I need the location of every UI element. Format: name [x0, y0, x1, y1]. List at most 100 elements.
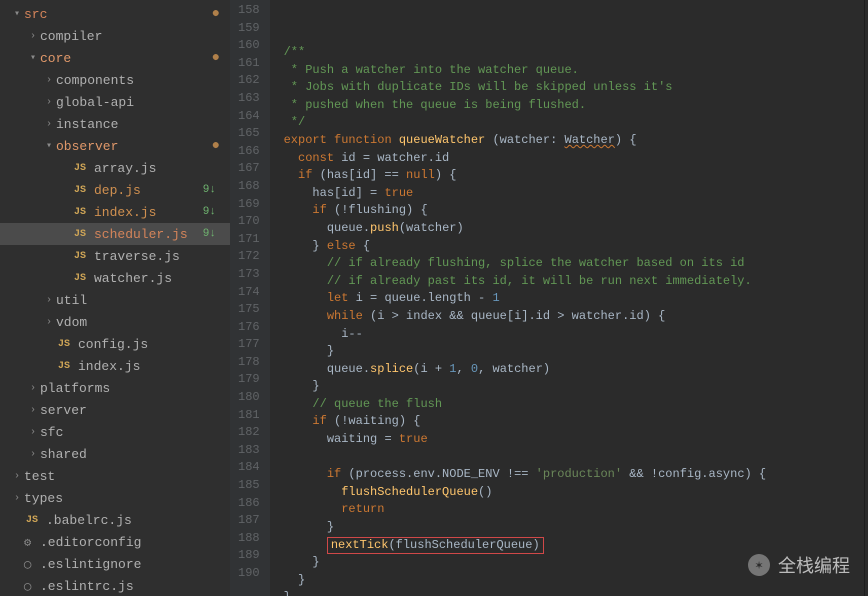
code-line[interactable]: i--: [284, 326, 864, 344]
code-line[interactable]: } else {: [284, 238, 864, 256]
code-line[interactable]: let i = queue.length - 1: [284, 290, 864, 308]
chevron-right-icon[interactable]: ›: [10, 471, 24, 482]
chevron-right-icon[interactable]: ›: [42, 97, 56, 108]
code-line[interactable]: has[id] = true: [284, 185, 864, 203]
token: queue.: [327, 362, 370, 376]
chevron-right-icon[interactable]: ›: [26, 383, 40, 394]
tree-item-label: types: [24, 491, 220, 506]
code-line[interactable]: queue.push(watcher): [284, 220, 864, 238]
token: 1: [492, 291, 499, 305]
token: id = watcher.id: [341, 151, 449, 165]
tree-item-label: .babelrc.js: [46, 513, 220, 528]
line-number: 163: [238, 90, 260, 108]
tree-item--babelrc-js[interactable]: JS.babelrc.js: [0, 509, 230, 531]
code-line[interactable]: * Jobs with duplicate IDs will be skippe…: [284, 79, 864, 97]
js-file-icon: JS: [56, 339, 78, 350]
tree-item-sfc[interactable]: ›sfc: [0, 421, 230, 443]
chevron-right-icon[interactable]: ›: [10, 493, 24, 504]
chevron-right-icon[interactable]: ›: [26, 427, 40, 438]
watermark: ✶ 全栈编程: [748, 552, 850, 578]
tree-item-compiler[interactable]: ›compiler: [0, 25, 230, 47]
chevron-right-icon[interactable]: ›: [26, 31, 40, 42]
chevron-right-icon[interactable]: ›: [26, 405, 40, 416]
scrollbar[interactable]: [864, 0, 868, 596]
tree-item-util[interactable]: ›util: [0, 289, 230, 311]
tree-item-index-js[interactable]: JSindex.js: [0, 355, 230, 377]
line-number: 166: [238, 143, 260, 161]
code-line[interactable]: // if already flushing, splice the watch…: [284, 255, 864, 273]
tree-item--eslintrc-js[interactable]: ◯.eslintrc.js: [0, 575, 230, 596]
code-line[interactable]: const id = watcher.id: [284, 150, 864, 168]
token: */: [284, 115, 306, 129]
tree-item--editorconfig[interactable]: ⚙.editorconfig: [0, 531, 230, 553]
code-line[interactable]: flushSchedulerQueue(): [284, 484, 864, 502]
type-ref: Watcher: [565, 133, 615, 147]
tree-item-test[interactable]: ›test: [0, 465, 230, 487]
token: if: [312, 414, 326, 428]
chevron-right-icon[interactable]: ›: [42, 119, 56, 130]
token: ,: [456, 362, 470, 376]
code-line[interactable]: if (!flushing) {: [284, 202, 864, 220]
tree-item-global-api[interactable]: ›global-api: [0, 91, 230, 113]
token: * Jobs with duplicate IDs will be skippe…: [284, 80, 673, 94]
js-file-icon: JS: [24, 515, 46, 526]
line-number: 169: [238, 196, 260, 214]
code-line[interactable]: }: [284, 343, 864, 361]
line-number: 160: [238, 37, 260, 55]
code-line[interactable]: * Push a watcher into the watcher queue.: [284, 62, 864, 80]
tree-item-array-js[interactable]: JSarray.js: [0, 157, 230, 179]
chevron-down-icon[interactable]: ▾: [10, 8, 24, 20]
tree-item--eslintignore[interactable]: ◯.eslintignore: [0, 553, 230, 575]
code-line[interactable]: }: [284, 519, 864, 537]
tree-item-label: test: [24, 469, 220, 484]
line-number: 168: [238, 178, 260, 196]
code-line[interactable]: while (i > index && queue[i].id > watche…: [284, 308, 864, 326]
chevron-right-icon[interactable]: ›: [26, 449, 40, 460]
tree-item-traverse-js[interactable]: JStraverse.js: [0, 245, 230, 267]
code-line[interactable]: if (has[id] == null) {: [284, 167, 864, 185]
code-line[interactable]: }: [284, 589, 864, 596]
tree-item-shared[interactable]: ›shared: [0, 443, 230, 465]
tree-item-dep-js[interactable]: JSdep.js9↓: [0, 179, 230, 201]
line-number: 176: [238, 319, 260, 337]
code-line[interactable]: if (process.env.NODE_ENV !== 'production…: [284, 466, 864, 484]
js-file-icon: JS: [56, 361, 78, 372]
tree-item-scheduler-js[interactable]: JSscheduler.js9↓: [0, 223, 230, 245]
chevron-down-icon[interactable]: ▾: [26, 52, 40, 64]
chevron-right-icon[interactable]: ›: [42, 317, 56, 328]
code-line[interactable]: }: [284, 378, 864, 396]
tree-item-observer[interactable]: ▾observer●: [0, 135, 230, 157]
code-line[interactable]: /**: [284, 44, 864, 62]
code-line[interactable]: // queue the flush: [284, 396, 864, 414]
tree-item-config-js[interactable]: JSconfig.js: [0, 333, 230, 355]
tree-item-watcher-js[interactable]: JSwatcher.js: [0, 267, 230, 289]
tree-item-components[interactable]: ›components: [0, 69, 230, 91]
line-number: 158: [238, 2, 260, 20]
tree-item-index-js[interactable]: JSindex.js9↓: [0, 201, 230, 223]
code-line[interactable]: return: [284, 501, 864, 519]
code-line[interactable]: if (!waiting) {: [284, 413, 864, 431]
file-tree[interactable]: ▾src●›compiler▾core●›components›global-a…: [0, 0, 230, 596]
tree-item-instance[interactable]: ›instance: [0, 113, 230, 135]
tree-item-types[interactable]: ›types: [0, 487, 230, 509]
tree-item-vdom[interactable]: ›vdom: [0, 311, 230, 333]
code-line[interactable]: // if already past its id, it will be ru…: [284, 273, 864, 291]
token: ) {: [435, 168, 457, 182]
token: (has[id] ==: [320, 168, 406, 182]
code-line[interactable]: queue.splice(i + 1, 0, watcher): [284, 361, 864, 379]
code-line[interactable]: export function queueWatcher (watcher: W…: [284, 132, 864, 150]
chevron-down-icon[interactable]: ▾: [42, 140, 56, 152]
chevron-right-icon[interactable]: ›: [42, 295, 56, 306]
token: let: [327, 291, 349, 305]
tree-item-src[interactable]: ▾src●: [0, 3, 230, 25]
tree-item-server[interactable]: ›server: [0, 399, 230, 421]
code-line[interactable]: waiting = true: [284, 431, 864, 449]
chevron-right-icon[interactable]: ›: [42, 75, 56, 86]
code-area[interactable]: /** * Push a watcher into the watcher qu…: [270, 0, 864, 596]
tree-item-platforms[interactable]: ›platforms: [0, 377, 230, 399]
code-line[interactable]: */: [284, 114, 864, 132]
tree-item-core[interactable]: ▾core●: [0, 47, 230, 69]
line-number: 167: [238, 160, 260, 178]
code-line[interactable]: [284, 449, 864, 467]
code-line[interactable]: * pushed when the queue is being flushed…: [284, 97, 864, 115]
